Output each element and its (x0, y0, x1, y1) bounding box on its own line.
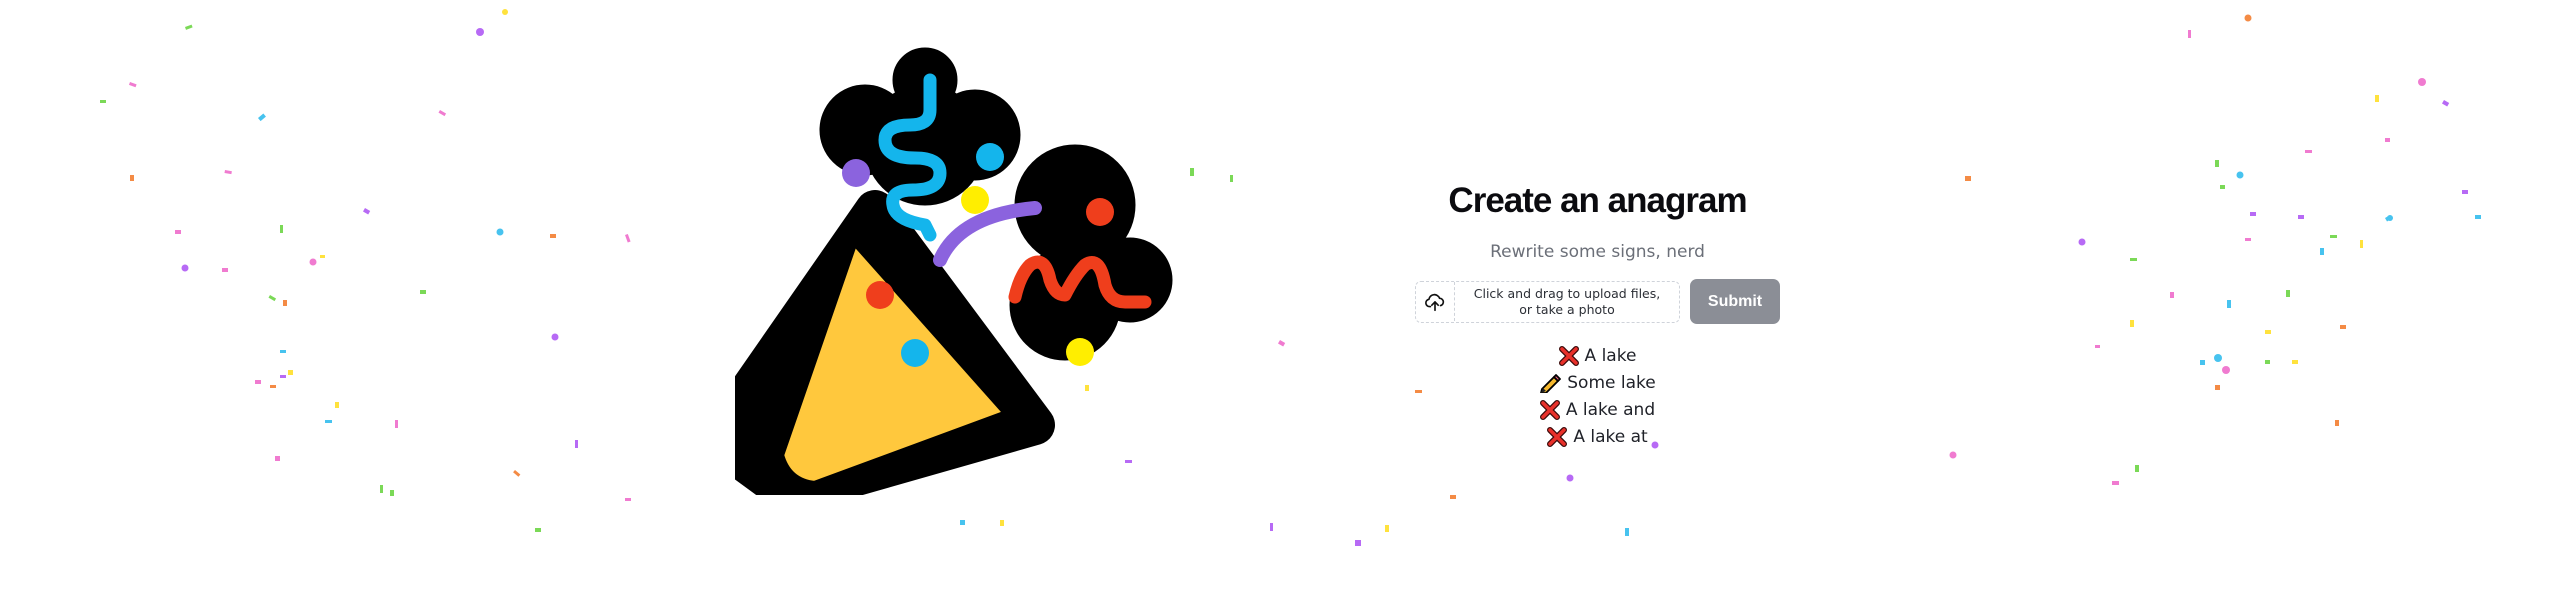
page: Create an anagram Rewrite some signs, ne… (0, 0, 2555, 600)
result-item: A lake at (1547, 423, 1648, 450)
file-dropzone[interactable]: Click and drag to upload files, or take … (1415, 280, 1680, 323)
confetti-pieces (100, 9, 2481, 546)
pencil-icon (1540, 373, 1562, 393)
results-list: A lake Some lake A lake and A lake at (1539, 342, 1656, 450)
upload-button[interactable] (1416, 282, 1455, 321)
cross-mark-icon (1558, 345, 1579, 366)
party-popper-icon (735, 47, 1173, 495)
upload-text-line2: or take a photo (1519, 301, 1615, 317)
upload-instructions: Click and drag to upload files, or take … (1455, 286, 1679, 318)
result-item: A lake (1558, 342, 1637, 369)
page-subtitle: Rewrite some signs, nerd (1490, 242, 1705, 262)
page-title: Create an anagram (1448, 181, 1747, 220)
cross-mark-icon (1547, 426, 1568, 447)
result-text: A lake and (1565, 399, 1656, 420)
result-text: A lake at (1573, 426, 1648, 447)
upload-text-line1: Click and drag to upload files, (1473, 285, 1661, 301)
submit-button[interactable]: Submit (1690, 279, 1780, 324)
result-item: A lake and (1539, 396, 1656, 423)
result-text: Some lake (1567, 372, 1656, 393)
cross-mark-icon (1539, 399, 1560, 420)
main-panel: Create an anagram Rewrite some signs, ne… (1400, 175, 1795, 450)
result-text: A lake (1584, 345, 1637, 366)
confetti-background (100, 9, 2481, 546)
result-item: Some lake (1539, 369, 1656, 396)
cloud-upload-icon (1425, 293, 1445, 311)
upload-form: Click and drag to upload files, or take … (1415, 279, 1780, 324)
